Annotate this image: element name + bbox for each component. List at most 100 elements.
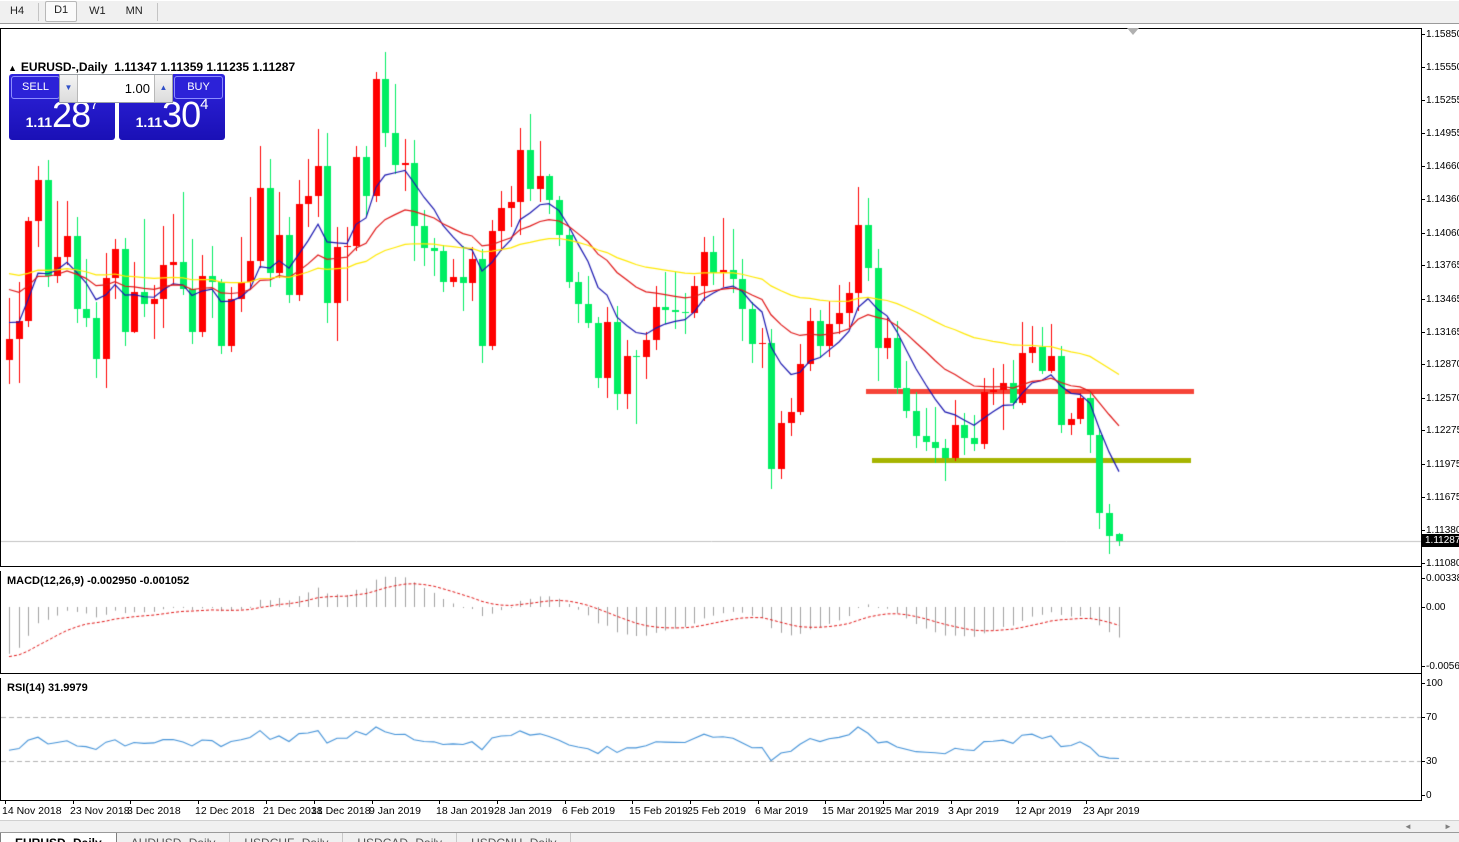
- date-tick-mark: [632, 801, 633, 804]
- rsi-canvas[interactable]: [1, 678, 1422, 800]
- date-axis-label: 23 Apr 2019: [1083, 805, 1140, 817]
- lot-increase-button[interactable]: ▲: [154, 75, 172, 102]
- axis-tick-mark: [1422, 100, 1425, 101]
- macd-pane[interactable]: MACD(12,26,9) -0.002950 -0.001052: [0, 571, 1422, 673]
- period-tab-d1[interactable]: D1: [45, 1, 77, 22]
- axis-tick-mark: [1422, 497, 1425, 498]
- axis-tick-mark: [1422, 398, 1425, 399]
- price-axis-label: 1.14955: [1426, 128, 1459, 139]
- date-tick-mark: [198, 801, 199, 804]
- axis-tick-mark: [1422, 761, 1425, 762]
- date-tick-mark: [690, 801, 691, 804]
- price-axis-label: 1.13465: [1426, 294, 1459, 305]
- lot-decrease-button[interactable]: ▼: [60, 75, 78, 102]
- date-axis-label: 12 Apr 2019: [1015, 805, 1072, 817]
- date-tick-mark: [372, 801, 373, 804]
- date-tick-mark: [951, 801, 952, 804]
- date-axis-label: 25 Feb 2019: [687, 805, 746, 817]
- chart-tab-bar: EURUSD- DailyAUDUSD- DailyUSDCHF- DailyU…: [0, 832, 1459, 842]
- macd-axis-label: 0.003383: [1426, 573, 1459, 584]
- price-axis-label: 1.11675: [1426, 492, 1459, 503]
- date-axis-label: 28 Jan 2019: [494, 805, 552, 817]
- price-axis-label: 1.15550: [1426, 62, 1459, 73]
- current-price-badge: 1.11287: [1422, 534, 1459, 547]
- rsi-axis-label: 30: [1426, 756, 1437, 767]
- rsi-axis-label: 0: [1426, 790, 1432, 801]
- axis-tick-mark: [1422, 34, 1425, 35]
- price-axis-label: 1.14660: [1426, 161, 1459, 172]
- axis-tick-mark: [1422, 430, 1425, 431]
- period-tab-h4[interactable]: H4: [2, 2, 32, 21]
- date-tick-mark: [758, 801, 759, 804]
- date-tick-mark: [130, 801, 131, 804]
- price-axis-label: 1.12570: [1426, 393, 1459, 404]
- axis-tick-mark: [1422, 717, 1425, 718]
- price-axis-label: 1.12870: [1426, 359, 1459, 370]
- buy-price-prefix: 1.11: [136, 114, 162, 130]
- rsi-axis-label: 70: [1426, 712, 1437, 723]
- macd-label: MACD(12,26,9) -0.002950 -0.001052: [7, 575, 189, 587]
- date-axis-label: 12 Dec 2018: [195, 805, 255, 817]
- chart-tab-usdcnh[interactable]: USDCNH- Daily: [457, 833, 571, 842]
- lot-size-control: ▼ ▲: [59, 74, 173, 103]
- mt4-window: H4 D1W1MN ▲ EURUSD-,Daily 1.11347 1.11359 …: [0, 0, 1459, 842]
- date-axis-label: 3 Dec 2018: [127, 805, 181, 817]
- date-axis-label: 18 Jan 2019: [436, 805, 494, 817]
- symbol-timeframe-label: EURUSD-,Daily: [21, 60, 108, 74]
- chart-tab-usdchf[interactable]: USDCHF- Daily: [230, 833, 343, 842]
- macd-axis-label: -0.005663: [1426, 661, 1459, 672]
- date-axis-label: 6 Mar 2019: [755, 805, 808, 817]
- date-axis-label: 3 Apr 2019: [948, 805, 999, 817]
- price-axis-label: 1.12275: [1426, 425, 1459, 436]
- date-tick-mark: [565, 801, 566, 804]
- price-axis[interactable]: 1.15850 1.15550 1.15255 1.14955 1.14660 1.143…: [1422, 28, 1459, 801]
- axis-tick-mark: [1422, 233, 1425, 234]
- axis-tick-mark: [1422, 133, 1425, 134]
- rsi-pane[interactable]: RSI(14) 31.9979: [0, 678, 1422, 801]
- axis-tick-mark: [1422, 578, 1425, 579]
- object-marker-triangle-icon[interactable]: [1127, 28, 1139, 35]
- chart-tab-usdcad[interactable]: USDCAD- Daily: [343, 833, 457, 842]
- price-axis-label: 1.14060: [1426, 228, 1459, 239]
- date-axis-label: 31 Dec 2018: [311, 805, 371, 817]
- toolbar-separator: [38, 3, 39, 21]
- date-axis-label: 14 Nov 2018: [2, 805, 62, 817]
- period-tab-mn[interactable]: MN: [118, 2, 151, 21]
- chart-tab-audusd[interactable]: AUDUSD- Daily: [117, 833, 231, 842]
- price-axis-label: 1.15255: [1426, 95, 1459, 106]
- date-tick-mark: [1018, 801, 1019, 804]
- date-axis-label: 25 Mar 2019: [880, 805, 939, 817]
- price-axis-label: 1.14360: [1426, 194, 1459, 205]
- main-chart-pane[interactable]: ▲ EURUSD-,Daily 1.11347 1.11359 1.11235 1…: [0, 28, 1422, 567]
- date-axis-label: 6 Feb 2019: [562, 805, 615, 817]
- axis-tick-mark: [1422, 332, 1425, 333]
- axis-tick-mark: [1422, 464, 1425, 465]
- scroll-left-icon[interactable]: ◄: [1404, 822, 1412, 831]
- macd-canvas[interactable]: [1, 571, 1422, 673]
- ohlc-values: 1.11347 1.11359 1.11235 1.11287: [114, 60, 295, 74]
- one-click-trading-panel: SELL 1.11287 BUY 1.11304 ▼ ▲: [9, 74, 225, 140]
- date-axis-label: 9 Jan 2019: [369, 805, 421, 817]
- chart-tab-eurusd[interactable]: EURUSD- Daily: [0, 833, 117, 842]
- axis-tick-mark: [1422, 563, 1425, 564]
- rsi-label: RSI(14) 31.9979: [7, 682, 88, 694]
- axis-tick-mark: [1422, 199, 1425, 200]
- date-tick-mark: [825, 801, 826, 804]
- lot-size-input[interactable]: [78, 75, 154, 102]
- date-axis-label: 23 Nov 2018: [70, 805, 130, 817]
- scroll-right-icon[interactable]: ►: [1444, 822, 1452, 831]
- price-axis-label: 1.15850: [1426, 29, 1459, 40]
- rsi-axis-label: 100: [1426, 678, 1443, 689]
- axis-tick-mark: [1422, 530, 1425, 531]
- collapse-triangle-icon[interactable]: ▲: [8, 63, 17, 73]
- axis-tick-mark: [1422, 67, 1425, 68]
- macd-axis-label: 0.00: [1426, 602, 1445, 613]
- date-tick-mark: [497, 801, 498, 804]
- axis-tick-mark: [1422, 166, 1425, 167]
- period-tab-w1[interactable]: W1: [81, 2, 114, 21]
- sell-price-prefix: 1.11: [26, 114, 52, 130]
- date-axis[interactable]: 14 Nov 2018 23 Nov 20183 Dec 2018 12 Dec 2…: [0, 801, 1421, 820]
- price-axis-label: 1.11080: [1426, 558, 1459, 569]
- axis-tick-mark: [1422, 795, 1425, 796]
- axis-tick-mark: [1422, 265, 1425, 266]
